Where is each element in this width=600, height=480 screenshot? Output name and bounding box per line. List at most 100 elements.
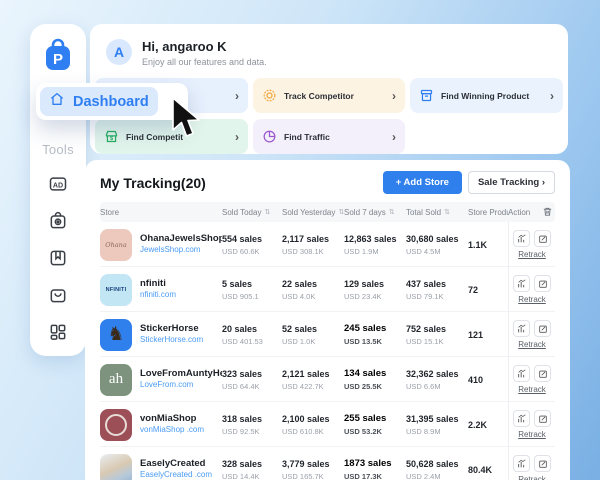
table-row[interactable]: ♞ StickerHorse StickerHorse.com 20 sales…: [100, 312, 555, 357]
library-icon[interactable]: [47, 247, 69, 269]
sort-icon[interactable]: ⇅: [389, 208, 395, 216]
store-cell: ♞ StickerHorse StickerHorse.com: [100, 319, 222, 351]
store-products-cell: 410: [468, 375, 508, 385]
shop-icon[interactable]: [47, 284, 69, 306]
sort-icon[interactable]: ⇅: [264, 208, 270, 216]
store-name: OhanaJewelsShop: [140, 233, 222, 245]
svg-text:AD: AD: [53, 181, 63, 189]
ads-icon[interactable]: AD: [47, 173, 69, 195]
retrack-link[interactable]: Retrack: [518, 430, 546, 439]
retrack-link[interactable]: Retrack: [518, 385, 546, 394]
store-domain-link[interactable]: JewelsShop.com: [140, 245, 222, 255]
analytics-icon[interactable]: [513, 365, 530, 382]
column-header-sold-yesterday[interactable]: Sold Yesterday⇅: [282, 208, 344, 217]
box-icon: [419, 88, 434, 103]
chevron-right-icon: ›: [392, 89, 396, 103]
total-sold-cell: 437 sales USD 79.1K: [406, 279, 468, 301]
total-sold-cell: 50,628 sales USD 2.4M: [406, 459, 468, 480]
edit-icon[interactable]: [534, 365, 551, 382]
app-logo-icon[interactable]: P: [43, 38, 73, 72]
tracking-panel: My Tracking(20) + Add Store Sale Trackin…: [85, 160, 570, 480]
sidebar: P Tools AD: [30, 24, 86, 356]
feature-card-label: Find Competit: [126, 132, 183, 142]
retrack-link[interactable]: Retrack: [518, 250, 546, 259]
action-cell: Retrack: [508, 357, 555, 402]
trash-icon[interactable]: [542, 206, 553, 219]
analytics-icon[interactable]: [513, 410, 530, 427]
sold-yesterday-cell: 2,100 sales USD 610.8K: [282, 414, 344, 436]
table-row[interactable]: ah LoveFromAuntyHelen LoveFrom.com 323 s…: [100, 357, 555, 402]
store-domain-link[interactable]: EaselyCreated .com: [140, 470, 212, 480]
dashboard-nav-item[interactable]: Dashboard: [36, 83, 188, 120]
column-header-store: Store: [100, 208, 222, 217]
avatar[interactable]: A: [106, 39, 132, 65]
edit-icon[interactable]: [534, 410, 551, 427]
shop-dollar-icon: $: [104, 129, 119, 144]
store-domain-link[interactable]: LoveFrom.com: [140, 380, 222, 390]
chevron-right-icon: ›: [235, 89, 239, 103]
total-sold-cell: 30,680 sales USD 4.5M: [406, 234, 468, 256]
chevron-right-icon: ›: [392, 130, 396, 144]
sold-today-cell: 328 sales USD 14.4K: [222, 459, 282, 480]
store-domain-link[interactable]: StickerHorse.com: [140, 335, 203, 345]
store-logo: NFINITI: [100, 274, 132, 306]
store-products-cell: 2.2K: [468, 420, 508, 430]
store-cell: ah LoveFromAuntyHelen LoveFrom.com: [100, 364, 222, 396]
edit-icon[interactable]: [534, 455, 551, 472]
add-store-button[interactable]: + Add Store: [383, 171, 462, 194]
table-row[interactable]: NFINITI nfiniti nfiniti.com 5 sales USD …: [100, 267, 555, 312]
product-research-icon[interactable]: [47, 210, 69, 232]
dashboard-label: Dashboard: [73, 94, 149, 110]
sold-7days-cell: 129 sales USD 23.4K: [344, 279, 406, 301]
sort-icon[interactable]: ⇅: [444, 208, 450, 216]
table-row[interactable]: Ohana OhanaJewelsShop JewelsShop.com 554…: [100, 222, 555, 267]
sold-yesterday-cell: 22 sales USD 4.0K: [282, 279, 344, 301]
retrack-link[interactable]: Retrack: [518, 475, 546, 480]
sold-7days-cell: 12,863 sales USD 1.9M: [344, 234, 406, 256]
analytics-icon[interactable]: [513, 320, 530, 337]
retrack-link[interactable]: Retrack: [518, 340, 546, 349]
column-header-total-sold[interactable]: Total Sold⇅: [406, 208, 468, 217]
store-cell: EaselyCreated EaselyCreated .com: [100, 454, 222, 480]
dashboard-nav-highlight[interactable]: Dashboard: [40, 87, 158, 116]
sold-7days-cell: 245 sales USD 13.5K: [344, 323, 406, 346]
analytics-icon[interactable]: [513, 230, 530, 247]
store-products-cell: 80.4K: [468, 465, 508, 475]
tracking-title: My Tracking(20): [100, 175, 206, 191]
store-domain-link[interactable]: nfiniti.com: [140, 290, 176, 300]
store-name: LoveFromAuntyHelen: [140, 368, 222, 380]
feature-card-track-competitor[interactable]: Track Competitor›: [253, 78, 405, 113]
edit-icon[interactable]: [534, 320, 551, 337]
feature-card-find-competit[interactable]: $Find Competit›: [95, 119, 248, 154]
greeting-subtitle: Enjoy all our features and data.: [142, 57, 267, 67]
column-header-sold-today[interactable]: Sold Today⇅: [222, 208, 282, 217]
edit-icon[interactable]: [534, 275, 551, 292]
column-header-store-products: Store Products: [468, 208, 508, 217]
store-name: StickerHorse: [140, 323, 203, 335]
store-name: vonMiaShop: [140, 413, 204, 425]
feature-card-find-winning-product[interactable]: Find Winning Product›: [410, 78, 563, 113]
apps-icon[interactable]: [47, 321, 69, 343]
home-icon: [49, 91, 65, 112]
analytics-icon[interactable]: [513, 455, 530, 472]
sold-yesterday-cell: 2,117 sales USD 308.1K: [282, 234, 344, 256]
total-sold-cell: 31,395 sales USD 8.9M: [406, 414, 468, 436]
table-row[interactable]: vonMiaShop vonMiaShop .com 318 sales USD…: [100, 402, 555, 447]
store-products-cell: 72: [468, 285, 508, 295]
feature-card-label: Find Winning Product: [441, 91, 529, 101]
sold-today-cell: 20 sales USD 401.53: [222, 324, 282, 346]
store-cell: vonMiaShop vonMiaShop .com: [100, 409, 222, 441]
retrack-link[interactable]: Retrack: [518, 295, 546, 304]
store-domain-link[interactable]: vonMiaShop .com: [140, 425, 204, 435]
target-icon: [262, 88, 277, 103]
action-cell: Retrack: [508, 312, 555, 357]
feature-card-find-traffic[interactable]: Find Traffic›: [253, 119, 405, 154]
table-row[interactable]: EaselyCreated EaselyCreated .com 328 sal…: [100, 447, 555, 480]
total-sold-cell: 32,362 sales USD 6.6M: [406, 369, 468, 391]
sold-today-cell: 554 sales USD 60.6K: [222, 234, 282, 256]
column-header-sold-7-days[interactable]: Sold 7 days⇅: [344, 208, 406, 217]
edit-icon[interactable]: [534, 230, 551, 247]
analytics-icon[interactable]: [513, 275, 530, 292]
sale-tracking-button[interactable]: Sale Tracking ›: [468, 171, 555, 194]
action-cell: Retrack: [508, 222, 555, 267]
